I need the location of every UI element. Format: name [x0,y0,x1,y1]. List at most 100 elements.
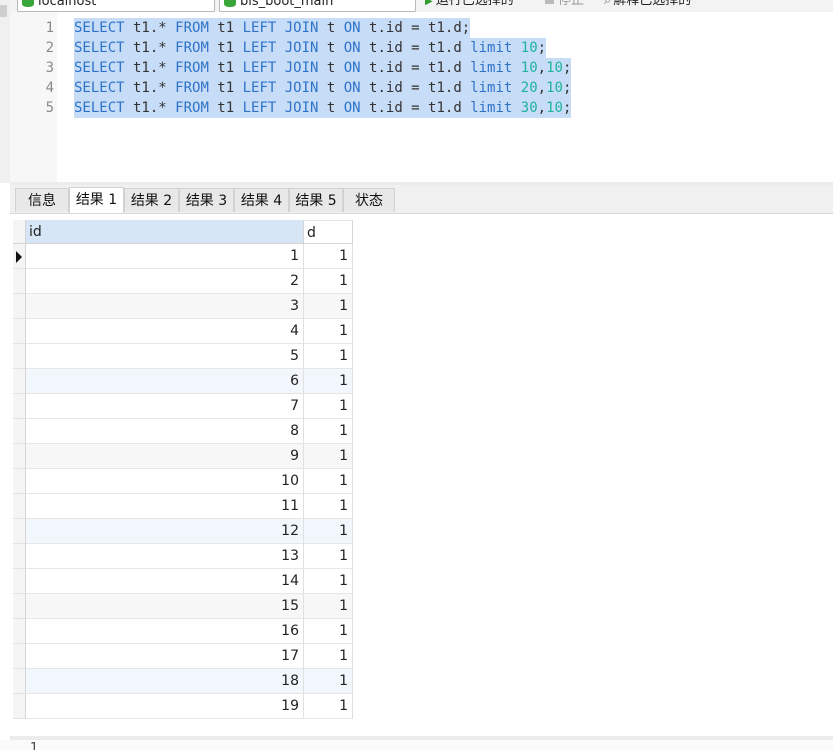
table-row[interactable]: 51 [13,344,353,369]
code-line[interactable]: SELECT t1.* FROM t1 LEFT JOIN t ON t.id … [74,98,572,118]
cell-id[interactable]: 10 [26,469,304,494]
code-line[interactable]: SELECT t1.* FROM t1 LEFT JOIN t ON t.id … [74,78,572,98]
row-header[interactable] [13,394,26,419]
row-header[interactable] [13,519,26,544]
table-row[interactable]: 81 [13,419,353,444]
cell-d[interactable]: 1 [304,519,353,544]
cell-d[interactable]: 1 [304,594,353,619]
tab-result-2[interactable]: 结果 2 [124,188,179,212]
cell-d[interactable]: 1 [304,444,353,469]
table-row[interactable]: 19 1 [13,694,353,719]
table-row[interactable]: 61 [13,369,353,394]
cell-d[interactable]: 1 [304,294,353,319]
cell-id[interactable]: 16 [26,619,304,644]
cell-id[interactable]: 6 [26,369,304,394]
cell-id[interactable]: 4 [26,319,304,344]
cell-id[interactable]: 11 [26,494,304,519]
code-line[interactable]: SELECT t1.* FROM t1 LEFT JOIN t ON t.id … [74,18,471,38]
cell-d[interactable]: 1 [304,344,353,369]
cell-id[interactable]: 5 [26,344,304,369]
cell-id[interactable]: 17 [26,644,304,669]
editor-scroll-mark [0,5,7,17]
row-header[interactable] [13,244,26,269]
row-header[interactable] [13,469,26,494]
cell-id[interactable]: 14 [26,569,304,594]
table-row[interactable]: 91 [13,444,353,469]
table-row[interactable]: 16 1 [13,619,353,644]
connection-select[interactable]: localhost [17,0,215,12]
cell-d[interactable]: 1 [304,544,353,569]
cell-d[interactable]: 1 [304,419,353,444]
table-row[interactable]: 15 1 [13,594,353,619]
table-row[interactable]: 13 1 [13,544,353,569]
table-row[interactable]: 71 [13,394,353,419]
table-row[interactable]: 31 [13,294,353,319]
code-token-kw: ON [343,100,361,116]
tab-result-5[interactable]: 结果 5 [289,188,343,212]
cell-id[interactable]: 13 [26,544,304,569]
cell-d[interactable]: 1 [304,269,353,294]
cell-d[interactable]: 1 [304,569,353,594]
cell-d[interactable]: 1 [304,244,353,269]
row-header[interactable] [13,269,26,294]
row-header[interactable] [13,444,26,469]
cell-d[interactable]: 1 [304,494,353,519]
cell-d[interactable]: 1 [304,669,353,694]
cell-id[interactable]: 18 [26,669,304,694]
cell-d[interactable]: 1 [304,394,353,419]
cell-d[interactable]: 1 [304,469,353,494]
row-header[interactable] [13,319,26,344]
tab-result-1[interactable]: 结果 1 [69,187,124,213]
row-header[interactable] [13,544,26,569]
cell-id[interactable]: 2 [26,269,304,294]
cell-id[interactable]: 1 [26,244,304,269]
row-header[interactable] [13,369,26,394]
tab-info[interactable]: 信息 [15,188,69,212]
row-header[interactable] [13,294,26,319]
table-row[interactable]: 41 [13,319,353,344]
tab-result-3[interactable]: 结果 3 [179,188,234,212]
column-header-d[interactable]: d [304,220,353,244]
cell-id[interactable]: 19 [26,694,304,719]
table-row[interactable]: 11 [13,244,353,269]
row-header[interactable] [13,669,26,694]
code-line[interactable]: SELECT t1.* FROM t1 LEFT JOIN t ON t.id … [74,58,572,78]
cell-id[interactable]: 8 [26,419,304,444]
cell-id[interactable]: 15 [26,594,304,619]
tab-result-4[interactable]: 结果 4 [234,188,289,212]
cell-d[interactable]: 1 [304,319,353,344]
tab-status[interactable]: 状态 [343,188,395,212]
table-row[interactable]: 11 1 [13,494,353,519]
row-header[interactable] [13,694,26,719]
cell-id[interactable]: 3 [26,294,304,319]
code-token-kw: LEFT JOIN [242,40,319,56]
run-selected-button[interactable]: ▶ 运行已选择的 [425,0,514,10]
cell-d[interactable]: 1 [304,619,353,644]
explain-selected-button[interactable]: ⌕ 解释已选择的 [604,0,691,10]
row-header[interactable] [13,344,26,369]
code-token-plain: t1.* [124,80,176,96]
row-header[interactable] [13,594,26,619]
code-line[interactable]: SELECT t1.* FROM t1 LEFT JOIN t ON t.id … [74,38,547,58]
cell-id[interactable]: 12 [26,519,304,544]
row-header[interactable] [13,619,26,644]
row-header[interactable] [13,494,26,519]
table-row[interactable]: 12 1 [13,519,353,544]
code-token-num: 10 [546,60,563,76]
row-header[interactable] [13,419,26,444]
column-header-id[interactable]: id [26,220,304,244]
table-row[interactable]: 17 1 [13,644,353,669]
table-row[interactable]: 10 1 [13,469,353,494]
table-row[interactable]: 21 [13,269,353,294]
cell-d[interactable]: 1 [304,694,353,719]
table-row[interactable]: 18 1 [13,669,353,694]
cell-d[interactable]: 1 [304,644,353,669]
row-header[interactable] [13,644,26,669]
cell-id[interactable]: 9 [26,444,304,469]
cell-id[interactable]: 7 [26,394,304,419]
row-header[interactable] [13,569,26,594]
database-select[interactable]: bis_boot_main [219,0,416,12]
table-row[interactable]: 14 1 [13,569,353,594]
cell-d[interactable]: 1 [304,369,353,394]
stop-button[interactable]: 停止 [545,0,584,10]
